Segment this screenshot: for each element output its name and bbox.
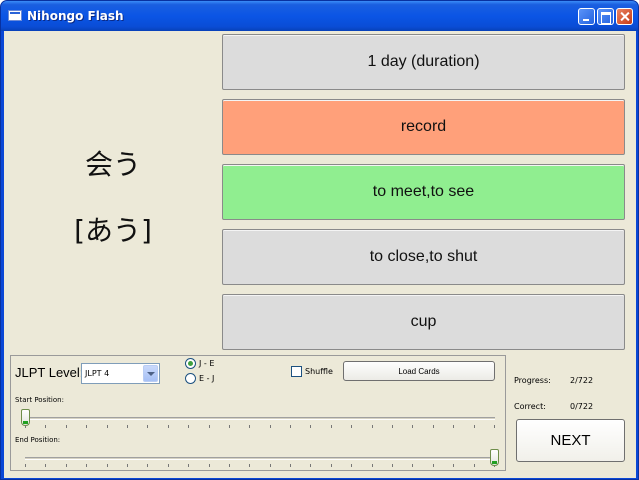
close-icon[interactable]	[616, 8, 633, 25]
load-cards-button[interactable]: Load Cards	[343, 361, 495, 381]
slider-tick	[209, 464, 210, 467]
kanji-panel: 会う [あう]	[10, 31, 216, 351]
slider-tick	[453, 425, 454, 428]
chevron-down-icon[interactable]	[143, 365, 158, 382]
shuffle-checkbox[interactable]: Shuffle	[291, 366, 333, 377]
correct-label: Correct:	[514, 402, 546, 411]
slider-tick	[249, 464, 250, 467]
slider-tick	[412, 425, 413, 428]
slider-tick	[66, 425, 67, 428]
app-window: Nihongo Flash 会う [あう] 1 day (duration) r…	[0, 0, 639, 480]
client-area: 会う [あう] 1 day (duration) record to meet,…	[4, 31, 636, 478]
slider-tick	[433, 425, 434, 428]
start-position-slider-thumb[interactable]	[21, 409, 30, 426]
slider-tick	[188, 425, 189, 428]
slider-tick	[474, 464, 475, 467]
radio-e-j[interactable]: E - J	[185, 373, 214, 384]
slider-tick	[188, 464, 189, 467]
slider-tick	[433, 464, 434, 467]
slider-tick	[168, 464, 169, 467]
answer-button-2[interactable]: record	[222, 99, 625, 155]
radio-j-e-label: J - E	[199, 359, 215, 368]
maximize-icon[interactable]	[597, 8, 614, 25]
next-button[interactable]: NEXT	[516, 419, 625, 462]
slider-tick	[372, 464, 373, 467]
slider-tick	[249, 425, 250, 428]
slider-tick	[147, 425, 148, 428]
radio-e-j-indicator[interactable]	[185, 373, 196, 384]
slider-tick	[310, 464, 311, 467]
slider-tick	[453, 464, 454, 467]
slider-tick	[331, 425, 332, 428]
window-title: Nihongo Flash	[27, 9, 124, 23]
slider-tick	[372, 425, 373, 428]
slider-tick	[474, 425, 475, 428]
end-position-ticks	[25, 464, 495, 468]
slider-tick	[310, 425, 311, 428]
slider-tick	[25, 464, 26, 467]
end-position-track[interactable]	[25, 457, 495, 460]
answer-button-3[interactable]: to meet,to see	[222, 164, 625, 220]
slider-tick	[107, 464, 108, 467]
kana-reading: [あう]	[74, 214, 152, 247]
slider-tick	[86, 464, 87, 467]
app-window-icon	[8, 10, 22, 21]
slider-tick	[45, 425, 46, 428]
end-position-slider-thumb[interactable]	[490, 449, 499, 466]
radio-j-e[interactable]: J - E	[185, 358, 214, 369]
progress-value: 2/722	[570, 376, 594, 385]
slider-tick	[107, 425, 108, 428]
slider-tick	[412, 464, 413, 467]
kanji-text: 会う	[84, 148, 141, 181]
slider-tick	[270, 425, 271, 428]
slider-tick	[127, 425, 128, 428]
slider-tick	[392, 425, 393, 428]
radio-j-e-indicator[interactable]	[185, 358, 196, 369]
slider-tick	[351, 425, 352, 428]
start-position-track[interactable]	[25, 417, 495, 420]
slider-tick	[86, 425, 87, 428]
jlpt-level-value: JLPT 4	[85, 369, 110, 378]
slider-tick	[494, 425, 495, 428]
shuffle-label: Shuffle	[305, 367, 333, 376]
slider-tick	[45, 464, 46, 467]
start-position-ticks	[25, 425, 495, 429]
start-position-label: Start Position:	[15, 396, 64, 404]
title-bar[interactable]: Nihongo Flash	[1, 1, 638, 31]
minimize-icon[interactable]	[578, 8, 595, 25]
correct-value: 0/722	[570, 402, 594, 411]
slider-tick	[331, 464, 332, 467]
shuffle-checkbox-box[interactable]	[291, 366, 302, 377]
slider-tick	[229, 425, 230, 428]
slider-tick	[209, 425, 210, 428]
slider-tick	[392, 464, 393, 467]
slider-tick	[351, 464, 352, 467]
slider-tick	[290, 464, 291, 467]
slider-tick	[147, 464, 148, 467]
slider-tick	[66, 464, 67, 467]
settings-panel: JLPT Level: JLPT 4 J - E E - J Shuffle L…	[10, 355, 506, 471]
radio-e-j-label: E - J	[199, 374, 215, 383]
slider-tick	[229, 464, 230, 467]
slider-tick	[168, 425, 169, 428]
slider-tick	[127, 464, 128, 467]
answer-button-5[interactable]: cup	[222, 294, 625, 350]
jlpt-level-select[interactable]: JLPT 4	[81, 363, 160, 384]
end-position-label: End Position:	[15, 436, 61, 444]
progress-label: Progress:	[514, 376, 551, 385]
answer-button-1[interactable]: 1 day (duration)	[222, 34, 625, 90]
answer-button-4[interactable]: to close,to shut	[222, 229, 625, 285]
slider-tick	[270, 464, 271, 467]
jlpt-level-label: JLPT Level:	[15, 365, 84, 380]
slider-tick	[290, 425, 291, 428]
